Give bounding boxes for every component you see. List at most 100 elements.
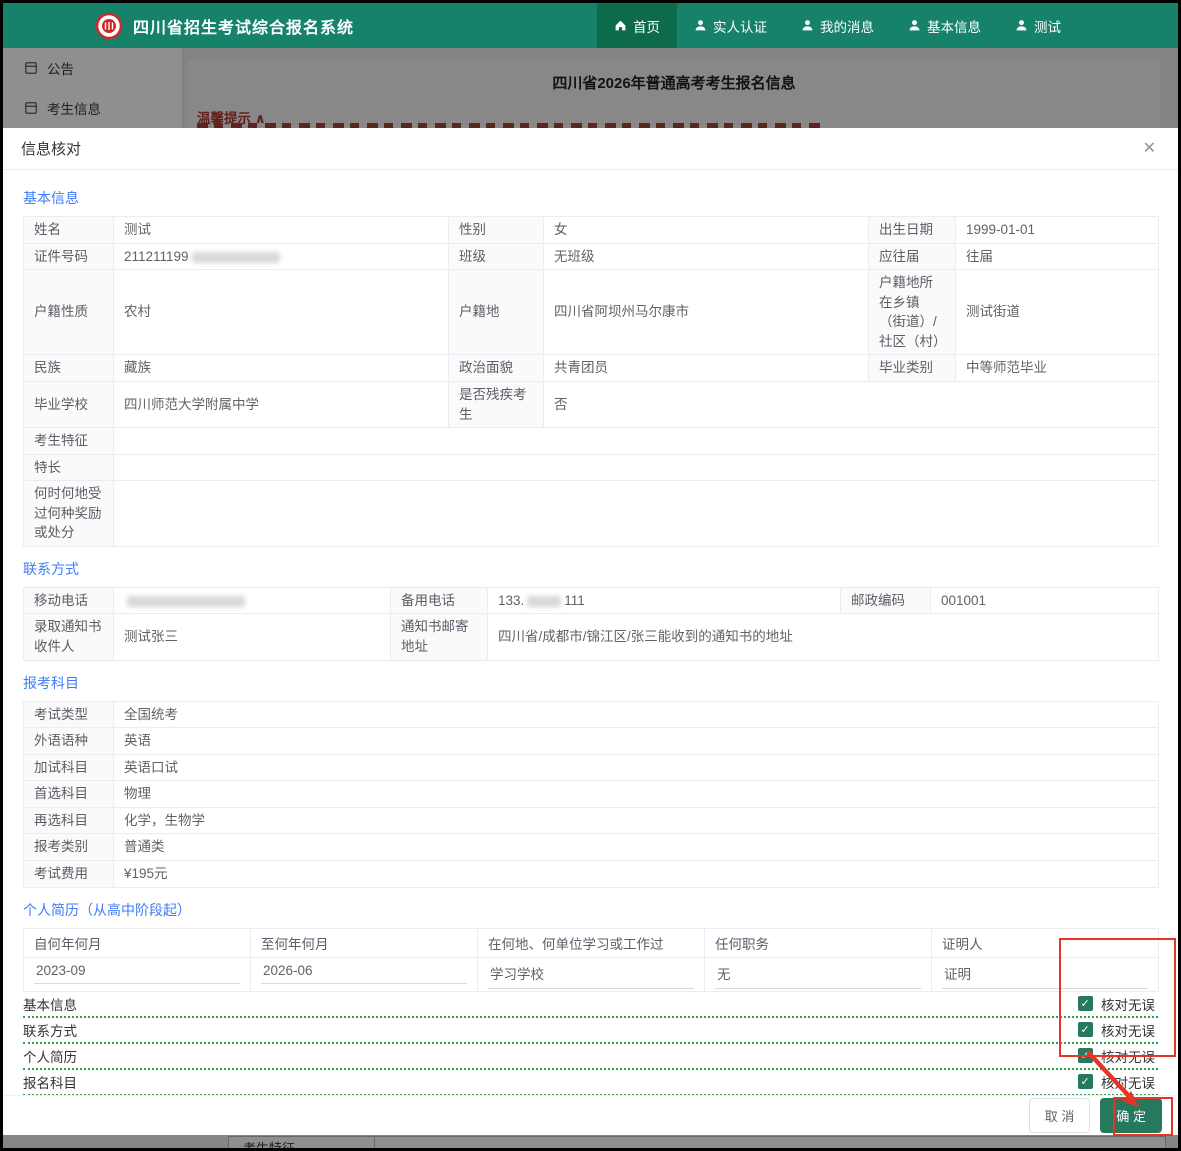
field-label: 姓名 <box>24 217 114 244</box>
checkbox-subjects-checked[interactable] <box>1078 1074 1093 1089</box>
resume-header: 证明人 <box>932 928 1159 957</box>
resume-cell: 2026-06 <box>251 957 478 991</box>
home-icon <box>614 19 627 32</box>
resume-input-witness[interactable]: 证明 <box>942 963 1148 989</box>
subjects-table: 考试类型全国统考 外语语种英语 加试科目英语口试 首选科目物理 再选科目化学，生… <box>23 701 1159 888</box>
user-icon <box>908 19 921 32</box>
checkbox-label: 核对无误 <box>1101 1072 1155 1092</box>
field-label: 毕业类别 <box>869 355 956 382</box>
field-value: 英语口试 <box>114 754 1159 781</box>
field-label: 移动电话 <box>24 587 114 614</box>
confirm-checklist: 基本信息 核对无误 联系方式 核对无误 个人简历 核对无误 报名科目 核对无误 <box>23 992 1158 1096</box>
field-value: 藏族 <box>114 355 449 382</box>
field-label: 户籍地 <box>449 270 544 355</box>
modal-title: 信息核对 <box>21 138 81 159</box>
resume-input-from[interactable]: 2023-09 <box>34 963 240 984</box>
nav-item-real-person-auth[interactable]: 实人认证 <box>677 3 784 48</box>
user-icon <box>801 19 814 32</box>
modal-backdrop <box>3 1135 1178 1148</box>
confirm-button[interactable]: 确 定 <box>1100 1098 1162 1133</box>
checklist-row-subjects: 报名科目 核对无误 <box>23 1070 1158 1096</box>
field-value: 物理 <box>114 781 1159 808</box>
field-label: 班级 <box>449 243 544 270</box>
field-value: 共青团员 <box>544 355 869 382</box>
field-value: 1999-01-01 <box>956 217 1159 244</box>
checkbox-contact-checked[interactable] <box>1078 1022 1093 1037</box>
checklist-label: 联系方式 <box>23 1020 77 1040</box>
field-label: 邮政编码 <box>841 587 931 614</box>
checkbox-resume-checked[interactable] <box>1078 1048 1093 1063</box>
field-value: 四川师范大学附属中学 <box>114 381 449 427</box>
modal-footer: 取 消 确 定 <box>3 1095 1178 1135</box>
application-window: 四川省招生考试综合报名系统 首页 实人认证 我的消息 基本信息 测试 <box>0 0 1181 1151</box>
section-title-resume: 个人简历（从高中阶段起） <box>23 900 1158 920</box>
nav-item-test[interactable]: 测试 <box>998 3 1078 48</box>
redacted-text <box>192 252 280 263</box>
resume-input-position[interactable]: 无 <box>715 963 921 989</box>
field-value: 测试 <box>114 217 449 244</box>
resume-cell: 2023-09 <box>24 957 251 991</box>
field-label: 考试费用 <box>24 860 114 887</box>
checkbox-label: 核对无误 <box>1101 994 1155 1014</box>
field-value: 四川省/成都市/锦江区/张三能收到的通知书的地址 <box>488 614 1159 660</box>
field-label: 毕业学校 <box>24 381 114 427</box>
resume-input-place[interactable]: 学习学校 <box>488 963 694 989</box>
nav-item-messages[interactable]: 我的消息 <box>784 3 891 48</box>
background-page-bottom: 考生特征 <box>3 1135 1178 1148</box>
field-label: 考试类型 <box>24 701 114 728</box>
brand-title: 四川省招生考试综合报名系统 <box>133 14 354 38</box>
field-value-id-number: 211211199 <box>114 243 449 270</box>
field-value: 001001 <box>931 587 1159 614</box>
site-logo-icon <box>95 12 123 40</box>
nav-item-label: 测试 <box>1034 16 1061 36</box>
resume-cell: 无 <box>705 957 932 991</box>
field-label: 外语语种 <box>24 728 114 755</box>
field-value <box>114 481 1159 547</box>
basic-info-table: 姓名 测试 性别 女 出生日期 1999-01-01 证件号码 21121119… <box>23 216 1159 547</box>
field-value: 化学，生物学 <box>114 807 1159 834</box>
field-value: 测试街道 <box>956 270 1159 355</box>
field-label: 录取通知书收件人 <box>24 614 114 660</box>
close-icon[interactable]: ✕ <box>1143 141 1156 157</box>
field-label: 何时何地受过何种奖励或处分 <box>24 481 114 547</box>
field-label: 通知书邮寄地址 <box>391 614 488 660</box>
resume-header: 自何年何月 <box>24 928 251 957</box>
field-value: 英语 <box>114 728 1159 755</box>
field-label: 特长 <box>24 454 114 481</box>
field-label: 首选科目 <box>24 781 114 808</box>
resume-header: 在何地、何单位学习或工作过 <box>478 928 705 957</box>
nav-item-label: 我的消息 <box>820 16 874 36</box>
field-label: 是否残疾考生 <box>449 381 544 427</box>
resume-table: 自何年何月 至何年何月 在何地、何单位学习或工作过 任何职务 证明人 2023-… <box>23 928 1159 992</box>
nav-item-label: 实人认证 <box>713 16 767 36</box>
resume-input-to[interactable]: 2026-06 <box>261 963 467 984</box>
modal-backdrop <box>3 48 1178 128</box>
redacted-text <box>127 596 245 607</box>
modal-body: 基本信息 姓名 测试 性别 女 出生日期 1999-01-01 证件号码 211… <box>3 170 1178 1126</box>
nav-item-label: 首页 <box>633 16 660 36</box>
nav-menu: 首页 实人认证 我的消息 基本信息 测试 <box>597 3 1078 48</box>
field-value <box>114 454 1159 481</box>
field-value: 无班级 <box>544 243 869 270</box>
field-label: 性别 <box>449 217 544 244</box>
field-value-mobile <box>114 587 391 614</box>
checklist-label: 个人简历 <box>23 1046 77 1066</box>
brand: 四川省招生考试综合报名系统 <box>95 12 354 40</box>
checklist-row-contact: 联系方式 核对无误 <box>23 1018 1158 1044</box>
resume-header: 至何年何月 <box>251 928 478 957</box>
section-title-basic-info: 基本信息 <box>23 188 1158 208</box>
section-title-subjects: 报考科目 <box>23 673 1158 693</box>
checkbox-basic-info-checked[interactable] <box>1078 996 1093 1011</box>
cancel-button[interactable]: 取 消 <box>1029 1098 1091 1133</box>
user-icon <box>1015 19 1028 32</box>
field-value: 普通类 <box>114 834 1159 861</box>
nav-item-home[interactable]: 首页 <box>597 3 677 48</box>
field-value: ¥195元 <box>114 860 1159 887</box>
field-value: 往届 <box>956 243 1159 270</box>
checklist-label: 报名科目 <box>23 1072 77 1092</box>
nav-item-basic-info[interactable]: 基本信息 <box>891 3 998 48</box>
top-navbar: 四川省招生考试综合报名系统 首页 实人认证 我的消息 基本信息 测试 <box>3 3 1178 48</box>
field-label: 考生特征 <box>24 428 114 455</box>
user-icon <box>694 19 707 32</box>
field-label: 备用电话 <box>391 587 488 614</box>
